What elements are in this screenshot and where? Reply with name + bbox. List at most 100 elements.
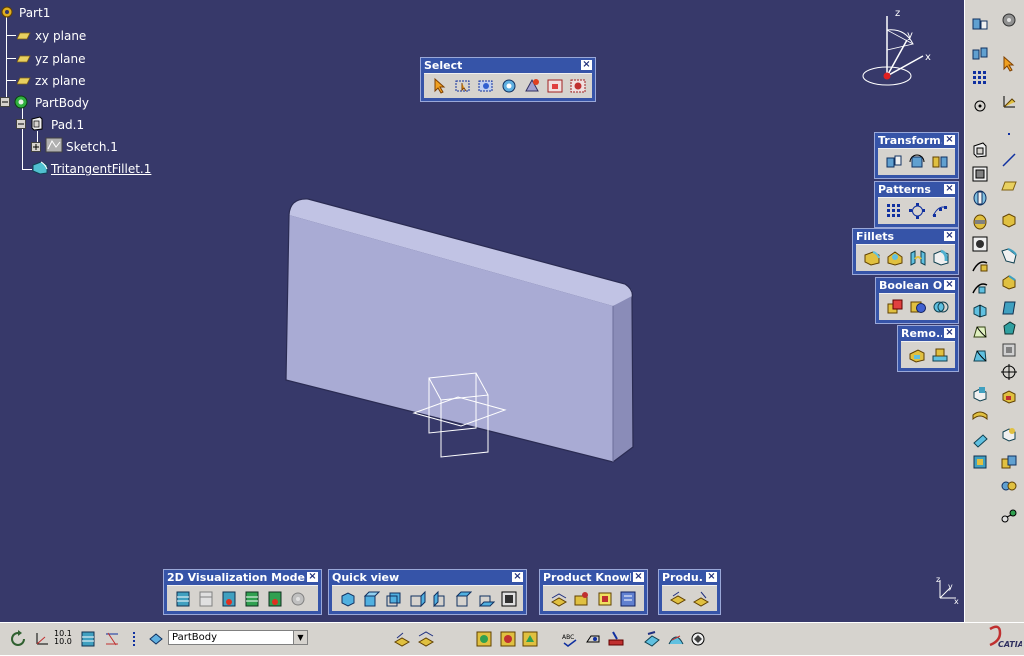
- intersect-icon[interactable]: [931, 297, 951, 317]
- chamfer-icon[interactable]: [998, 272, 1020, 292]
- thickness-icon[interactable]: [998, 340, 1020, 360]
- thick-surface-icon[interactable]: [969, 406, 991, 426]
- user-pattern-icon[interactable]: [930, 201, 950, 221]
- close-icon[interactable]: ×: [944, 231, 955, 241]
- left-view-icon[interactable]: [407, 589, 427, 609]
- polygon-trap-icon[interactable]: [499, 76, 519, 96]
- tree-item-tritangent-fillet[interactable]: TritangentFillet.1: [51, 162, 151, 176]
- reaction-icon[interactable]: [595, 589, 615, 609]
- solid-block-icon[interactable]: [998, 210, 1020, 230]
- tritangent-fillet-icon[interactable]: [931, 248, 951, 268]
- sketcher-icon[interactable]: [969, 14, 991, 34]
- translation-icon[interactable]: [884, 152, 904, 172]
- knowledge-icon[interactable]: [416, 629, 436, 649]
- tree-item-sketch[interactable]: Sketch.1: [66, 140, 118, 154]
- collapse-minus-icon[interactable]: [0, 96, 10, 110]
- point-icon[interactable]: [998, 124, 1020, 144]
- toolbar-2d-visualization[interactable]: 2D Visualization Mode ×: [163, 569, 322, 615]
- render-shading-icon[interactable]: [474, 629, 494, 649]
- toolbar-boolean[interactable]: Boolean O... ×: [875, 277, 959, 324]
- shell-icon[interactable]: [998, 318, 1020, 338]
- chevron-down-icon[interactable]: ▼: [293, 631, 307, 644]
- intersecting-trap-icon[interactable]: [476, 76, 496, 96]
- remove-face-icon[interactable]: [998, 386, 1020, 406]
- no-3d-background-icon[interactable]: [242, 589, 262, 609]
- close-icon[interactable]: ×: [581, 60, 592, 70]
- face-face-fillet-icon[interactable]: [908, 248, 928, 268]
- constraint-deviation-icon[interactable]: [102, 629, 122, 649]
- thread-icon[interactable]: [998, 362, 1020, 382]
- rule-icon[interactable]: [549, 589, 569, 609]
- select-cursor-icon[interactable]: [998, 54, 1020, 74]
- part-gear-icon[interactable]: [0, 5, 14, 22]
- paint-select-icon[interactable]: [522, 76, 542, 96]
- symmetry-icon[interactable]: [930, 152, 950, 172]
- close-icon[interactable]: ×: [307, 572, 318, 582]
- tree-item-partbody[interactable]: PartBody: [35, 96, 89, 110]
- slot-icon[interactable]: [969, 278, 991, 298]
- bottom-view-icon[interactable]: [476, 589, 496, 609]
- grid-pattern-icon[interactable]: [969, 68, 991, 88]
- outside-trap-icon[interactable]: [545, 76, 565, 96]
- compass-tool-icon[interactable]: [688, 629, 708, 649]
- front-view-icon[interactable]: [361, 589, 381, 609]
- back-view-icon[interactable]: [384, 589, 404, 609]
- variable-fillet-icon[interactable]: [885, 248, 905, 268]
- toolbar-remove[interactable]: Remo... ×: [897, 325, 959, 372]
- close-icon[interactable]: ×: [944, 328, 955, 338]
- toolbar-transform[interactable]: Transform... ×: [874, 132, 959, 179]
- close-surface-icon[interactable]: [969, 430, 991, 450]
- tree-item-part1[interactable]: Part1: [19, 6, 50, 20]
- render-texture-icon[interactable]: [520, 629, 540, 649]
- sew-surface-icon[interactable]: [930, 345, 950, 365]
- remove-lump-icon[interactable]: [907, 345, 927, 365]
- rotation-icon[interactable]: [907, 152, 927, 172]
- tree-item-pad[interactable]: Pad.1: [51, 118, 84, 132]
- loft-icon[interactable]: [969, 322, 991, 342]
- shaft-icon[interactable]: [969, 188, 991, 208]
- rib-icon[interactable]: [969, 256, 991, 276]
- toolbar-product-knowledge[interactable]: Product Knowl... ×: [539, 569, 648, 615]
- translate-body-icon[interactable]: [969, 44, 991, 64]
- update-icon[interactable]: [8, 629, 28, 649]
- list-icon[interactable]: [618, 589, 638, 609]
- close-icon[interactable]: ×: [512, 572, 523, 582]
- rectangular-pattern-icon[interactable]: [884, 201, 904, 221]
- catalog-icon[interactable]: [392, 629, 412, 649]
- mode-settings-icon[interactable]: [288, 589, 308, 609]
- close-icon[interactable]: ×: [633, 572, 644, 582]
- product-tool-icon[interactable]: [668, 589, 688, 609]
- tree-item-xy-plane[interactable]: xy plane: [35, 29, 86, 43]
- toolbar-select[interactable]: Select ×: [420, 57, 596, 102]
- close-icon[interactable]: ×: [944, 280, 955, 290]
- constraint-icon[interactable]: [998, 506, 1020, 526]
- removed-loft-icon[interactable]: [969, 346, 991, 366]
- axis-system-icon[interactable]: [998, 92, 1020, 112]
- replace-face-icon[interactable]: [998, 424, 1020, 444]
- render-material-icon[interactable]: [498, 629, 518, 649]
- measure-icon[interactable]: [969, 96, 991, 116]
- close-icon[interactable]: ×: [944, 135, 955, 145]
- hole-icon[interactable]: [969, 234, 991, 254]
- sew-surface-icon[interactable]: [969, 452, 991, 472]
- spell-check-icon[interactable]: ABC: [560, 629, 580, 649]
- low-light-icon[interactable]: [196, 589, 216, 609]
- select-trap-icon[interactable]: [453, 76, 473, 96]
- circular-pattern-icon[interactable]: [907, 201, 927, 221]
- toolbar-fillets[interactable]: Fillets ×: [852, 228, 959, 275]
- toolbar-patterns[interactable]: Patterns ×: [874, 181, 959, 228]
- settings-gear-icon[interactable]: [998, 10, 1020, 30]
- analysis-icon[interactable]: [642, 629, 662, 649]
- compass-widget[interactable]: z y x: [855, 4, 945, 94]
- tree-item-yz-plane[interactable]: yz plane: [35, 52, 86, 66]
- expand-plus-icon[interactable]: [31, 141, 41, 155]
- plane-icon[interactable]: [998, 176, 1020, 196]
- close-icon[interactable]: ×: [706, 572, 717, 582]
- fillet-surface-icon[interactable]: [998, 246, 1020, 266]
- axis-system-icon[interactable]: [32, 629, 52, 649]
- line-icon[interactable]: [998, 150, 1020, 170]
- check-icon[interactable]: [572, 589, 592, 609]
- toolbar-quick-view[interactable]: Quick view ×: [328, 569, 527, 615]
- collapse-minus-icon[interactable]: [16, 118, 26, 132]
- select-arrow-icon[interactable]: [430, 76, 450, 96]
